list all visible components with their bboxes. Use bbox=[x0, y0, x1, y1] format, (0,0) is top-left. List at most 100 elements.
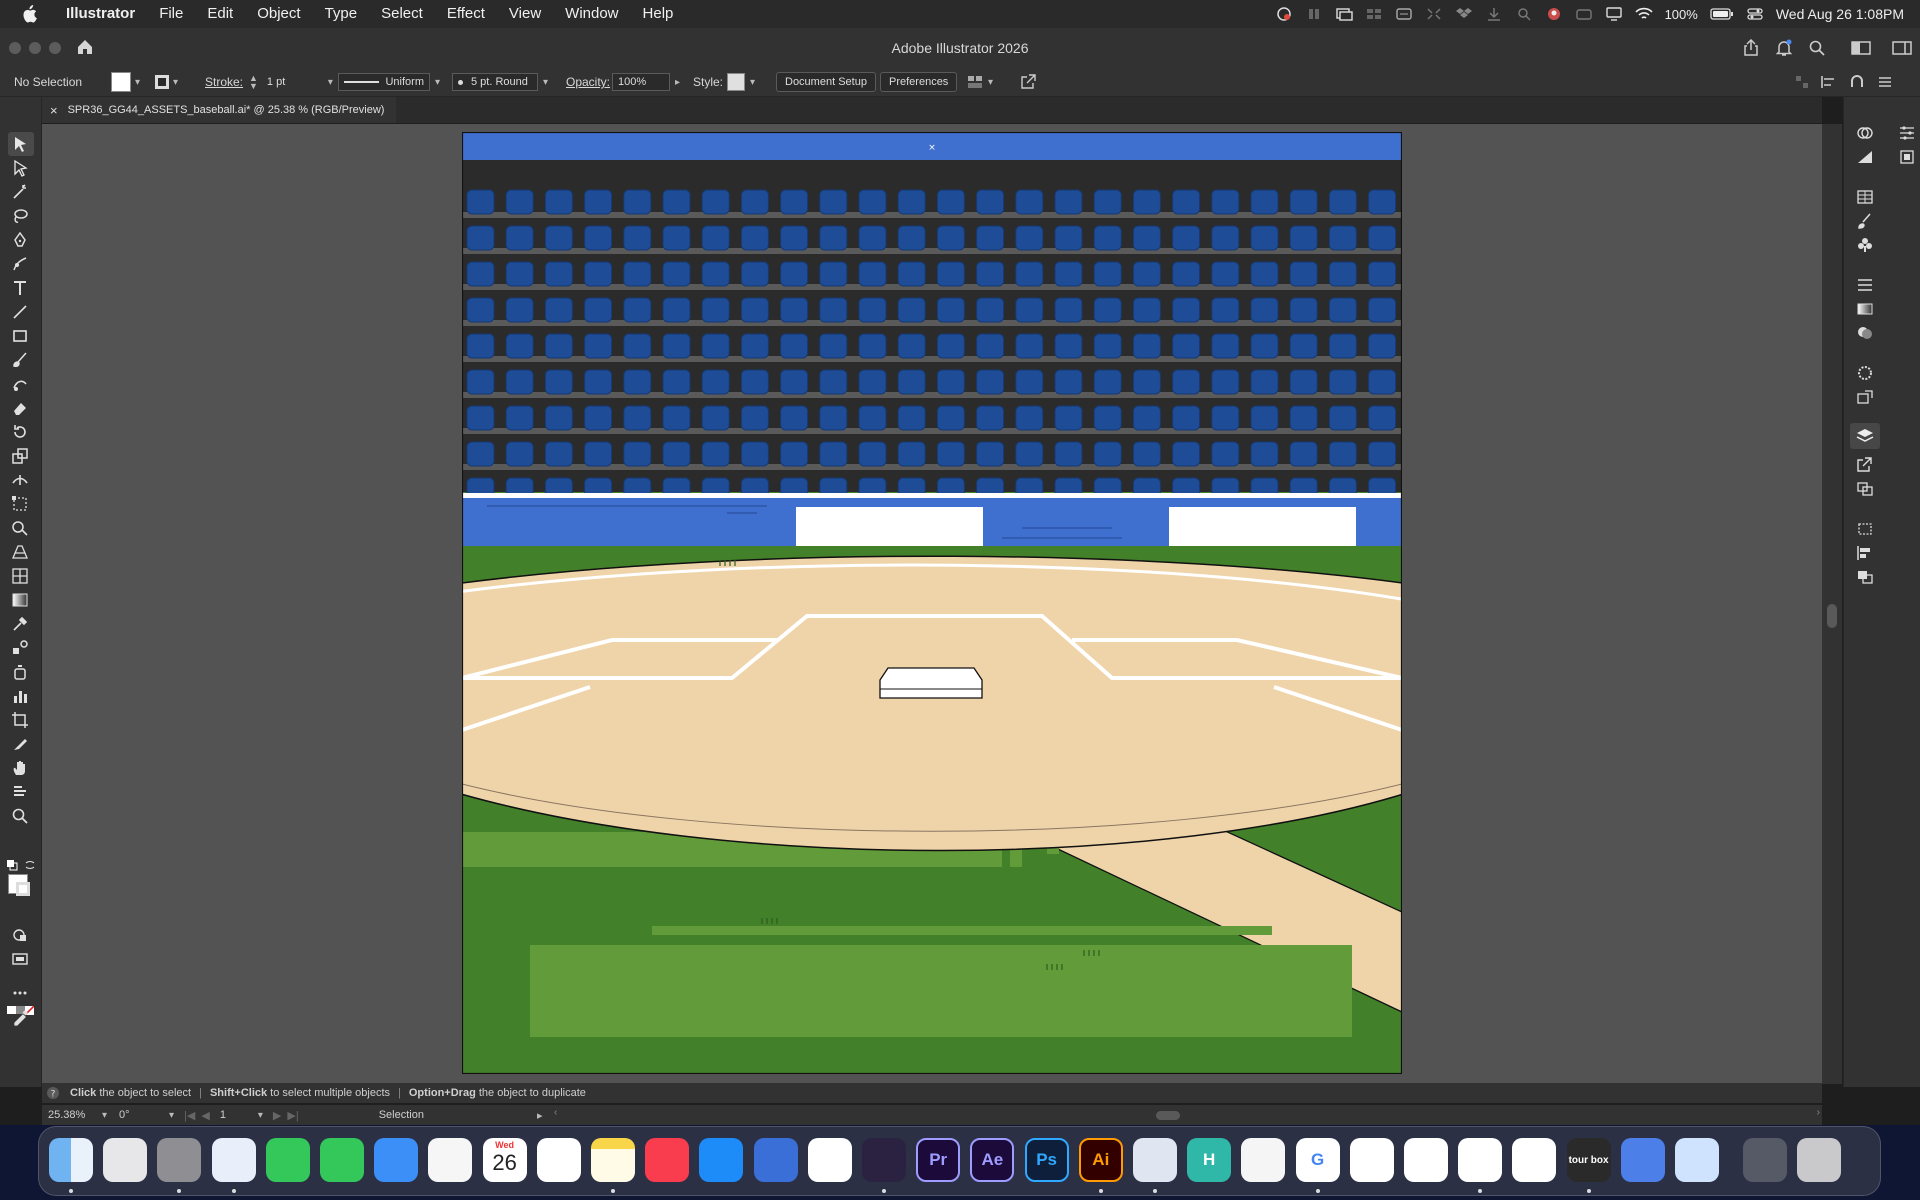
first-artboard-icon[interactable]: |◀ bbox=[184, 1109, 195, 1122]
brushes-panel-icon[interactable] bbox=[1856, 213, 1874, 229]
pen-tool-icon[interactable] bbox=[11, 231, 29, 249]
rotation-field[interactable]: 0° bbox=[119, 1109, 163, 1121]
menu-view[interactable]: View bbox=[497, 0, 553, 28]
arrange-documents-control[interactable]: ▾ bbox=[967, 68, 993, 96]
apple-menu-icon[interactable] bbox=[18, 0, 40, 28]
scroll-right-icon[interactable]: › bbox=[1817, 1107, 1820, 1118]
dock-app-preview-icon[interactable] bbox=[1133, 1138, 1177, 1182]
dock-app-tourbox-icon[interactable]: tour box bbox=[1566, 1138, 1611, 1182]
chevron-down-icon[interactable]: ▾ bbox=[135, 77, 140, 88]
drive-status-icon[interactable] bbox=[1395, 7, 1413, 21]
selection-tool-icon[interactable] bbox=[11, 135, 29, 153]
chevron-down-icon[interactable]: ▾ bbox=[543, 77, 548, 88]
bell-icon[interactable] bbox=[1775, 39, 1793, 57]
download-status-icon[interactable] bbox=[1485, 7, 1503, 21]
chevron-down-icon[interactable]: ▾ bbox=[988, 77, 993, 88]
opacity-field[interactable]: 100% bbox=[612, 73, 670, 91]
transparency-panel-icon[interactable] bbox=[1856, 325, 1874, 341]
help-icon[interactable]: ? bbox=[46, 1086, 60, 1100]
dock-app-music-icon[interactable] bbox=[645, 1138, 690, 1182]
dock-app-calendar-icon[interactable]: Wed 26 bbox=[482, 1138, 527, 1182]
wifi-icon[interactable] bbox=[1634, 7, 1653, 21]
chevron-down-icon[interactable]: ▾ bbox=[173, 77, 178, 88]
align-icon[interactable] bbox=[1821, 75, 1837, 89]
default-colors-icon[interactable] bbox=[6, 859, 18, 871]
dock-app-facetime-icon[interactable] bbox=[320, 1138, 364, 1182]
stroke-swatch[interactable]: ▾ bbox=[155, 68, 178, 96]
menu-window[interactable]: Window bbox=[553, 0, 630, 28]
pause-status-icon[interactable] bbox=[1305, 7, 1323, 21]
stroke-weight-field[interactable]: 1 pt bbox=[262, 73, 328, 91]
transform-panel-icon[interactable] bbox=[1856, 521, 1874, 537]
canvas-area[interactable]: × bbox=[42, 124, 1842, 1084]
stepper-icon[interactable]: ▲ ▼ bbox=[249, 74, 258, 91]
shape-builder-tool-icon[interactable] bbox=[11, 519, 29, 537]
dock-app-activity-icon[interactable] bbox=[862, 1138, 906, 1182]
libraries-panel-icon[interactable] bbox=[1898, 149, 1916, 165]
control-center-icon[interactable] bbox=[1746, 7, 1764, 21]
rotate-tool-icon[interactable] bbox=[11, 423, 29, 441]
paintbrush-tool-icon[interactable] bbox=[11, 351, 29, 369]
zoom-tool-icon[interactable] bbox=[11, 807, 29, 825]
artboards-panel-icon[interactable] bbox=[1856, 481, 1874, 497]
brush-dropdown[interactable]: 5 pt. Round ▾ bbox=[452, 68, 548, 96]
menu-object[interactable]: Object bbox=[245, 0, 312, 28]
direct-selection-tool-icon[interactable] bbox=[11, 159, 29, 177]
dock-app-reminders-icon[interactable] bbox=[536, 1138, 581, 1182]
line-segment-tool-icon[interactable] bbox=[11, 303, 29, 321]
mesh-tool-icon[interactable] bbox=[11, 567, 29, 585]
stroke-profile-dropdown[interactable]: Uniform ▾ bbox=[338, 68, 440, 96]
menu-app-illustrator[interactable]: Illustrator bbox=[54, 0, 147, 28]
transform-icon[interactable] bbox=[1795, 75, 1809, 89]
profile-status-icon[interactable] bbox=[1545, 7, 1563, 21]
dock-app-safari-icon[interactable] bbox=[211, 1138, 256, 1182]
next-artboard-icon[interactable]: ▶ bbox=[273, 1109, 281, 1122]
dock-app-perplexity-icon[interactable] bbox=[1458, 1138, 1503, 1182]
print-tiling-tool-icon[interactable] bbox=[11, 783, 29, 801]
previous-artboard-icon[interactable]: ◀ bbox=[201, 1109, 209, 1122]
shaper-tool-icon[interactable] bbox=[11, 375, 29, 393]
share-icon[interactable] bbox=[1742, 39, 1760, 57]
draw-mode-icon[interactable] bbox=[11, 926, 29, 944]
search-status-icon[interactable] bbox=[1515, 7, 1533, 21]
scroll-left-icon[interactable]: ‹ bbox=[554, 1107, 557, 1118]
card-status-icon[interactable] bbox=[1575, 7, 1593, 21]
dock-app-music-player-icon[interactable] bbox=[1241, 1138, 1286, 1182]
slice-tool-icon[interactable] bbox=[11, 735, 29, 753]
menu-edit[interactable]: Edit bbox=[195, 0, 245, 28]
stroke-weight-stepper[interactable]: ▲ ▼ 1 pt ▾ bbox=[249, 68, 333, 96]
type-tool-icon[interactable] bbox=[11, 279, 29, 297]
stroke-label[interactable]: Stroke: bbox=[205, 68, 243, 96]
eraser-tool-icon[interactable] bbox=[11, 399, 29, 417]
dock-app-premiere-pro-icon[interactable]: Pr bbox=[916, 1138, 961, 1182]
chevron-down-icon[interactable]: ▾ bbox=[750, 77, 755, 88]
graphic-styles-panel-icon[interactable] bbox=[1856, 149, 1874, 165]
window-status-icon[interactable] bbox=[1335, 7, 1353, 21]
dock-app-photos-icon[interactable] bbox=[428, 1138, 473, 1182]
last-artboard-icon[interactable]: ▶| bbox=[287, 1109, 298, 1122]
dock-app-messages-icon[interactable] bbox=[265, 1138, 310, 1182]
chevron-right-icon[interactable]: ▸ bbox=[675, 77, 680, 88]
pathfinder-panel-icon[interactable] bbox=[1856, 569, 1874, 585]
perspective-grid-tool-icon[interactable] bbox=[11, 543, 29, 561]
dock-app-parallels-icon[interactable] bbox=[1512, 1138, 1557, 1182]
expand-status-icon[interactable] bbox=[1425, 7, 1443, 21]
dock-app-iphone-mirroring-icon[interactable] bbox=[1620, 1138, 1665, 1182]
swatches-panel-icon[interactable] bbox=[1856, 189, 1874, 205]
magnet-icon[interactable] bbox=[1849, 75, 1865, 89]
dock-app-illustrator-icon[interactable]: Ai bbox=[1078, 1138, 1123, 1182]
lasso-tool-icon[interactable] bbox=[11, 207, 29, 225]
more-tools-icon[interactable] bbox=[11, 984, 29, 1002]
stroke-color-swatch[interactable] bbox=[16, 882, 30, 896]
blend-tool-icon[interactable] bbox=[11, 639, 29, 657]
column-graph-tool-icon[interactable] bbox=[11, 687, 29, 705]
search-icon[interactable] bbox=[1808, 39, 1826, 57]
menu-help[interactable]: Help bbox=[631, 0, 686, 28]
dock-app-downloads-icon[interactable] bbox=[1743, 1138, 1788, 1182]
dock-app-launchpad-icon[interactable] bbox=[103, 1138, 148, 1182]
horizontal-scroll-thumb[interactable] bbox=[1156, 1111, 1180, 1120]
magic-wand-tool-icon[interactable] bbox=[11, 183, 29, 201]
dock-app-youtube-icon[interactable] bbox=[1404, 1138, 1448, 1182]
free-transform-tool-icon[interactable] bbox=[11, 495, 29, 513]
dock-app-finder-icon[interactable] bbox=[49, 1138, 93, 1182]
